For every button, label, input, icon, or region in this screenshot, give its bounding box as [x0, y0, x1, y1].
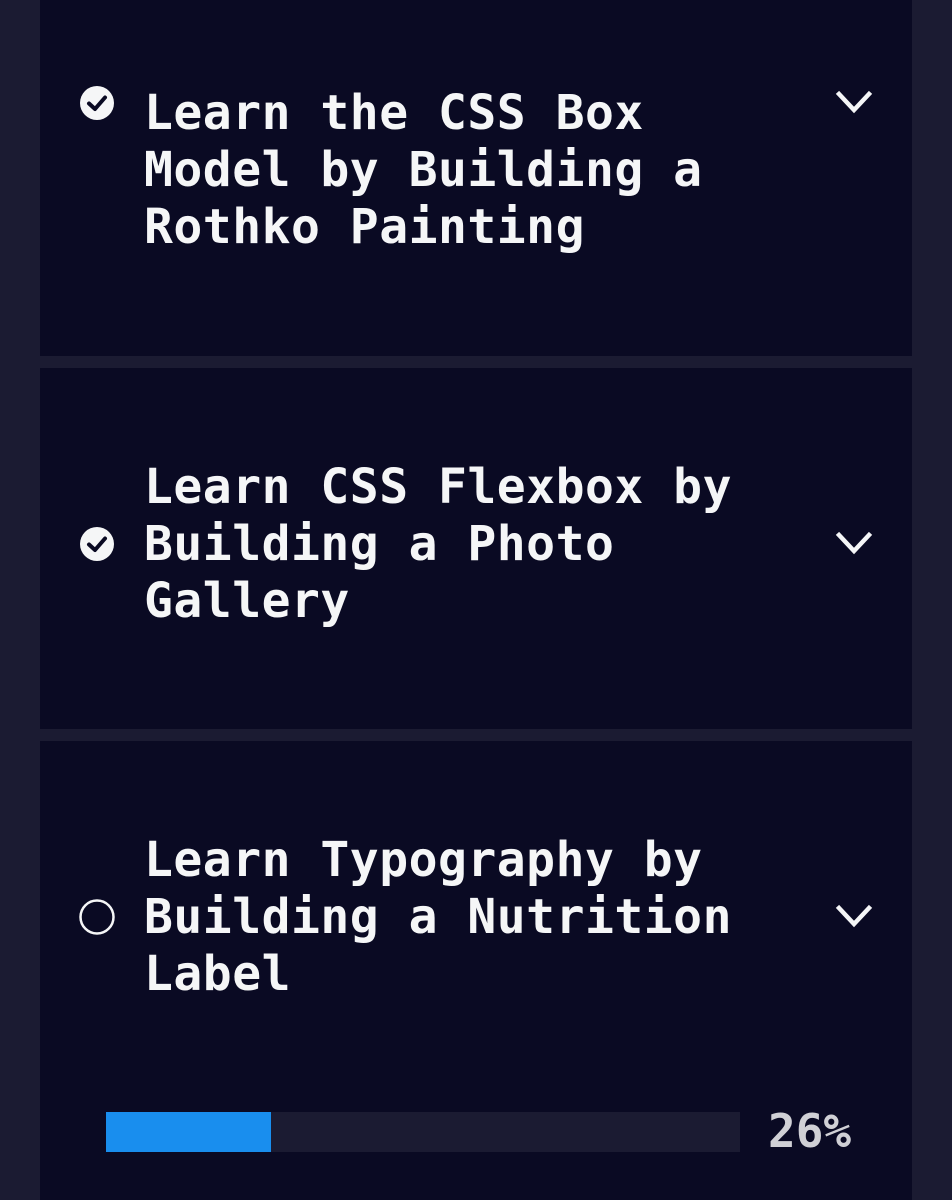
course-title: Learn the CSS Box Model by Building a Ro…	[144, 85, 703, 255]
course-card-typography: Learn Typography by Building a Nutrition…	[40, 741, 912, 1200]
progress-bar-fill	[106, 1112, 271, 1152]
progress-percent-label: 26%	[768, 1104, 852, 1158]
course-card-css-flexbox: Learn CSS Flexbox by Building a Photo Ga…	[40, 368, 912, 729]
course-toggle-typography[interactable]: Learn Typography by Building a Nutrition…	[40, 832, 912, 1002]
course-title: Learn CSS Flexbox by Building a Photo Ga…	[144, 459, 732, 629]
course-title: Learn Typography by Building a Nutrition…	[144, 832, 732, 1002]
course-toggle-css-box-model[interactable]: Learn the CSS Box Model by Building a Ro…	[40, 84, 912, 255]
check-circle-icon	[79, 526, 115, 562]
course-card-css-box-model: Learn the CSS Box Model by Building a Ro…	[40, 0, 912, 356]
check-circle-icon	[79, 85, 115, 121]
course-toggle-css-flexbox[interactable]: Learn CSS Flexbox by Building a Photo Ga…	[40, 459, 912, 629]
empty-circle-icon	[79, 899, 115, 935]
chevron-down-icon	[835, 898, 873, 936]
progress-bar	[106, 1112, 740, 1152]
chevron-down-icon	[835, 525, 873, 563]
chevron-down-icon	[835, 84, 873, 122]
